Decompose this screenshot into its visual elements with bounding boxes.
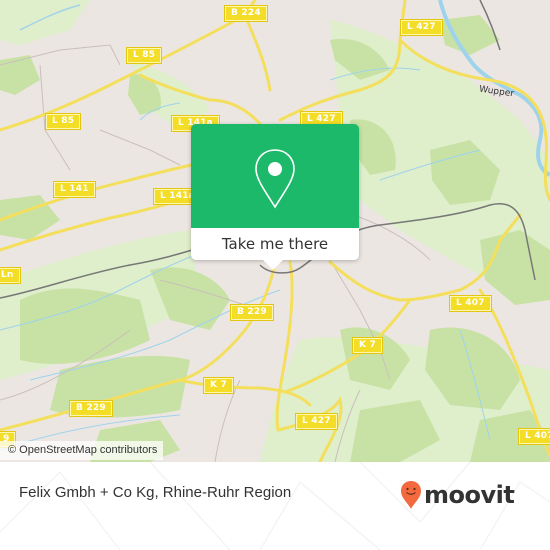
road-label: B 229 <box>230 304 274 321</box>
place-name: Felix Gmbh + Co Kg, Rhine-Ruhr Region <box>19 484 292 501</box>
road-label: L 427 <box>295 413 338 430</box>
location-popup: Take me there <box>191 124 359 270</box>
moovit-pin-icon <box>401 481 421 509</box>
road-label: B 224 <box>224 5 268 22</box>
road-label: Ln <box>0 267 21 284</box>
road-label: K 7 <box>352 337 383 354</box>
road-label: L 85 <box>44 113 82 130</box>
road-label: L 407 <box>449 295 492 312</box>
popup-footer: Take me there <box>191 228 359 260</box>
road-label: B 229 <box>69 400 113 417</box>
map[interactable]: B 224 L 85 L 85 L 141a L 141 L 141a L 42… <box>0 0 550 462</box>
attribution[interactable]: © OpenStreetMap contributors <box>0 441 164 460</box>
road-label: L 427 <box>400 19 443 36</box>
road-label: K 7 <box>203 377 234 394</box>
popup-pointer <box>263 260 283 270</box>
moovit-logo[interactable]: moovit <box>400 480 515 510</box>
road-label: L 85 <box>125 47 163 64</box>
take-me-there-button[interactable]: Take me there <box>191 228 359 260</box>
moovit-logo-text: moovit <box>424 481 515 509</box>
footer: Felix Gmbh + Co Kg, Rhine-Ruhr Region mo… <box>0 462 550 550</box>
attribution-text: © OpenStreetMap contributors <box>8 444 158 456</box>
road-label: L 407 <box>518 428 550 445</box>
popup-header <box>191 124 359 228</box>
road-label: L 141 <box>53 181 96 198</box>
map-pin-icon <box>255 149 295 209</box>
